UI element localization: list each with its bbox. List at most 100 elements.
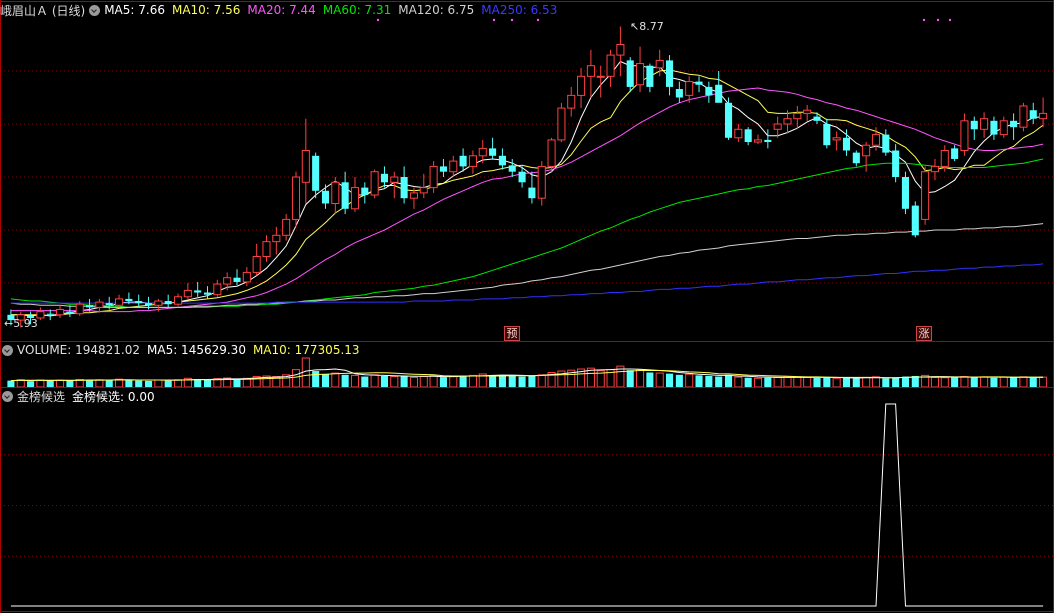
volume-bar-down bbox=[1029, 377, 1037, 387]
candle-up bbox=[547, 139, 556, 167]
ma60-label: MA60: 7.31 bbox=[322, 3, 392, 17]
candle-up bbox=[173, 296, 183, 305]
candle-up bbox=[478, 147, 487, 157]
volume-bar-up bbox=[409, 376, 418, 388]
volume-bar-up bbox=[999, 376, 1008, 388]
candle-down bbox=[901, 177, 910, 209]
dropdown-icon[interactable] bbox=[89, 4, 101, 16]
candle-up bbox=[685, 81, 694, 96]
signal-dot bbox=[936, 18, 940, 22]
candle-down bbox=[724, 102, 733, 138]
candle-up bbox=[331, 181, 340, 205]
candle-down bbox=[498, 155, 506, 166]
high-price-value: 8.77 bbox=[639, 20, 664, 33]
candle-up bbox=[449, 160, 458, 173]
candle-down bbox=[813, 116, 821, 121]
volume-bar-up bbox=[350, 374, 360, 388]
low-price-value: 5.93 bbox=[13, 317, 38, 330]
volume-bar-down bbox=[380, 375, 389, 387]
candle-down bbox=[341, 182, 349, 209]
candle-down bbox=[823, 124, 831, 146]
candle-down bbox=[646, 65, 654, 87]
volume-ma5-label: MA5: 145629.30 bbox=[147, 343, 246, 357]
candle-down bbox=[990, 120, 998, 135]
volume-bar-up bbox=[773, 376, 782, 388]
candle-down bbox=[380, 173, 389, 183]
candle-down bbox=[518, 171, 526, 183]
candle-down bbox=[1029, 110, 1037, 119]
candle-up bbox=[262, 241, 271, 258]
signal-marker-zhang[interactable]: 涨 bbox=[916, 326, 932, 341]
signal-marker-yu[interactable]: 预 bbox=[504, 326, 520, 341]
candle-up bbox=[960, 120, 969, 151]
candle-up bbox=[980, 118, 989, 130]
volume-bar-down bbox=[459, 375, 467, 387]
volume-bar-down bbox=[400, 375, 408, 387]
volume-bar-up bbox=[636, 369, 645, 388]
candle-up bbox=[577, 75, 586, 96]
candle-down bbox=[911, 205, 919, 236]
candle-up bbox=[596, 75, 605, 78]
candle-down bbox=[203, 292, 212, 295]
volume-bar-down bbox=[86, 380, 94, 387]
candle-up bbox=[390, 176, 399, 183]
volume-bar-down bbox=[813, 378, 821, 387]
volume-bar-down bbox=[705, 375, 713, 387]
candle-down bbox=[164, 301, 172, 305]
volume-bar-down bbox=[970, 377, 978, 387]
volume-bar-down bbox=[66, 380, 74, 387]
volume-bar-up bbox=[753, 377, 763, 388]
low-price-label: ←5.93 bbox=[4, 317, 38, 330]
volume-bar-down bbox=[164, 380, 172, 387]
volume-bar-up bbox=[960, 376, 969, 388]
candle-up bbox=[213, 283, 222, 296]
dropdown-icon[interactable] bbox=[2, 390, 13, 402]
candle-up bbox=[606, 54, 615, 77]
candle-down bbox=[135, 301, 143, 304]
candle-down bbox=[312, 155, 320, 191]
volume-bar-down bbox=[105, 380, 113, 387]
volume-bar-down bbox=[744, 377, 752, 387]
signal-dot bbox=[510, 18, 514, 22]
volume-bar-up bbox=[1039, 376, 1048, 388]
candle-up bbox=[803, 109, 812, 114]
volume-bar-up bbox=[36, 379, 45, 388]
volume-bar-down bbox=[852, 378, 860, 387]
candle-down bbox=[852, 152, 860, 164]
dropdown-icon[interactable] bbox=[2, 344, 13, 356]
indicator-panel-header: 金榜候选 金榜候选: 0.00 bbox=[0, 388, 162, 404]
chart-canvas bbox=[0, 0, 1054, 613]
volume-bar-down bbox=[135, 380, 143, 387]
candle-up bbox=[301, 150, 310, 183]
candle-up bbox=[871, 134, 881, 146]
volume-bar-down bbox=[695, 375, 703, 387]
candle-down bbox=[1010, 120, 1018, 128]
candle-down bbox=[321, 190, 330, 204]
volume-bar-up bbox=[331, 372, 340, 388]
volume-bar-down bbox=[233, 378, 241, 387]
volume-bar-up bbox=[449, 376, 458, 388]
candle-up bbox=[409, 192, 418, 199]
candle-down bbox=[508, 165, 516, 172]
candle-up bbox=[75, 303, 84, 315]
volume-bar-down bbox=[498, 374, 506, 387]
volume-ma10-label: MA10: 177305.13 bbox=[252, 343, 360, 357]
volume-label: VOLUME: 194821.02 bbox=[17, 343, 140, 357]
volume-bar-down bbox=[144, 380, 153, 387]
high-price-label: ↖8.77 bbox=[630, 20, 664, 33]
candle-down bbox=[675, 89, 683, 98]
ma5-label: MA5: 7.66 bbox=[104, 3, 165, 17]
volume-bar-down bbox=[1010, 377, 1018, 387]
candle-down bbox=[144, 303, 153, 306]
ma20-label: MA20: 7.44 bbox=[247, 3, 316, 17]
candle-down bbox=[105, 303, 113, 306]
volume-bar-down bbox=[675, 374, 683, 387]
ma20-line bbox=[10, 87, 1044, 313]
volume-bar-down bbox=[125, 379, 133, 387]
candle-up bbox=[419, 187, 428, 194]
candle-up bbox=[940, 150, 949, 167]
candle-down bbox=[86, 305, 94, 308]
volume-bar-up bbox=[291, 369, 301, 388]
candle-down bbox=[46, 313, 54, 315]
volume-bar-up bbox=[862, 376, 871, 388]
